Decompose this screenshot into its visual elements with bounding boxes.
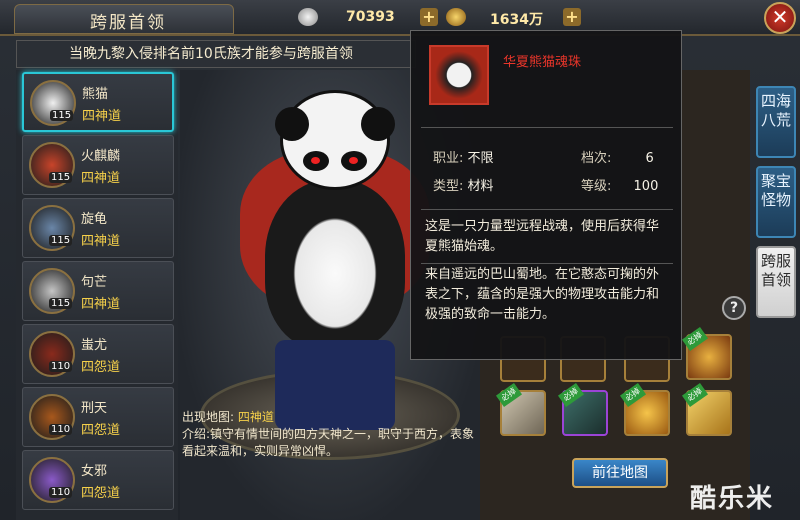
- job-value: 不限: [467, 151, 494, 166]
- boss-name: 女邪: [81, 464, 108, 479]
- game-window: 跨服首领 70393 + 1634万 + ✕ 当晚九黎入侵排名前10氏族才能参与…: [0, 0, 800, 520]
- boss-list-item[interactable]: 110 蚩尤四怨道: [22, 324, 174, 384]
- boss-name: 火麒麟: [81, 149, 121, 164]
- boss-model-legs: [275, 340, 395, 430]
- drop-item[interactable]: 必掉: [557, 382, 608, 436]
- drop-item[interactable]: 必掉: [495, 382, 546, 436]
- notice-bar: 当晚九黎入侵排名前10氏族才能参与跨服首领: [16, 40, 416, 68]
- page-title: 跨服首领: [90, 13, 166, 33]
- level-label: 等级:: [581, 179, 612, 194]
- boss-realm: 四怨道: [81, 486, 121, 501]
- boss-name: 蚩尤: [81, 338, 108, 353]
- type-value: 材料: [467, 179, 494, 194]
- help-icon[interactable]: ?: [722, 296, 746, 320]
- divider: [421, 263, 673, 264]
- boss-model-body: [265, 180, 405, 350]
- boss-description: 介绍:镇守有情世间的四方天神之一，职守于西方，表象看起来温和，实则异常凶悍。: [182, 426, 480, 460]
- tab-jubao-guaiwu[interactable]: 聚宝怪物: [756, 166, 796, 238]
- guaranteed-badge: 必掉: [681, 326, 709, 352]
- drop-item[interactable]: 必掉: [681, 326, 732, 380]
- left-ear: [275, 107, 309, 141]
- grade-label: 档次:: [581, 151, 612, 166]
- boss-list-item[interactable]: 115 句芒四神道: [22, 261, 174, 321]
- gold-amount: 1634万: [490, 12, 543, 28]
- type-label: 类型:: [433, 179, 464, 194]
- item-lore-text: 来自遥远的巴山蜀地。在它憨态可掬的外表之下，蕴含的是强大的物理攻击能力和极强的致…: [425, 267, 660, 322]
- boss-realm: 四怨道: [81, 360, 121, 375]
- map-label: 出现地图:: [182, 410, 235, 424]
- boss-name: 刑天: [81, 401, 108, 416]
- map-value: 四神道: [237, 410, 274, 424]
- left-eye: [303, 151, 329, 171]
- boss-realm: 四神道: [81, 171, 121, 186]
- right-ear: [361, 107, 395, 141]
- guaranteed-badge: 必掉: [619, 382, 647, 408]
- boss-level: 110: [49, 487, 73, 498]
- boss-list-item[interactable]: 110 女邪四怨道: [22, 450, 174, 510]
- item-tooltip: 华夏熊猫魂珠 职业: 不限 档次: 6 类型: 材料 等级: 100 这是一只力…: [410, 30, 682, 360]
- grade-row: 档次: 6: [581, 147, 654, 166]
- boss-level: 115: [49, 235, 73, 246]
- job-label: 职业:: [433, 151, 464, 166]
- type-row: 类型: 材料: [433, 175, 494, 194]
- item-icon: [429, 45, 489, 105]
- boss-realm: 四神道: [81, 234, 121, 249]
- level-row: 等级: 100: [581, 175, 658, 194]
- level-value: 100: [633, 179, 659, 194]
- boss-level: 110: [49, 361, 73, 372]
- divider: [421, 127, 673, 128]
- add-gold-button[interactable]: +: [563, 8, 581, 26]
- map-info: 出现地图: 四神道: [182, 408, 274, 425]
- desc-label: 介绍:: [182, 427, 211, 441]
- gold-icon: [446, 8, 466, 26]
- grade-value: 6: [645, 151, 654, 166]
- boss-name: 旋龟: [81, 212, 108, 227]
- item-name: 华夏熊猫魂珠: [503, 55, 582, 70]
- guaranteed-badge: 必掉: [681, 382, 709, 408]
- guaranteed-badge: 必掉: [495, 382, 523, 408]
- boss-realm: 四神道: [81, 297, 121, 312]
- tab-kuafu-shouling[interactable]: 跨服首领: [756, 246, 796, 318]
- job-row: 职业: 不限: [433, 147, 494, 166]
- boss-level: 115: [49, 172, 73, 183]
- boss-list: 115 熊猫 四神道 115 火麒麟 四神道 115 旋龟 四神道 115 句芒 四神道 110 蚩尤 四怨…: [16, 70, 178, 520]
- silver-amount: 70393: [346, 9, 395, 25]
- close-button[interactable]: ✕: [764, 2, 796, 34]
- go-to-map-button[interactable]: 前往地图: [572, 458, 668, 488]
- drop-item[interactable]: 必掉: [681, 382, 732, 436]
- boss-level: 115: [49, 298, 73, 309]
- watermark-logo: 酷乐米: [690, 484, 775, 514]
- divider: [421, 209, 673, 210]
- boss-model-head: [275, 90, 395, 190]
- boss-name: 句芒: [81, 275, 108, 290]
- boss-list-item[interactable]: 115 旋龟四神道: [22, 198, 174, 258]
- boss-list-item[interactable]: 115 熊猫四神道: [22, 72, 174, 132]
- tab-sihai-bahuang[interactable]: 四海八荒: [756, 86, 796, 158]
- item-effect-text: 这是一只力量型远程战魂，使用后获得华夏熊猫始魂。: [425, 219, 660, 254]
- boss-level: 110: [49, 424, 73, 435]
- silver-icon: [298, 8, 318, 26]
- drop-item[interactable]: 必掉: [619, 382, 670, 436]
- boss-realm: 四神道: [82, 109, 122, 124]
- boss-list-item[interactable]: 110 刑天四怨道: [22, 387, 174, 447]
- desc-text: 镇守有情世间的四方天神之一，职守于西方，表象看起来温和，实则异常凶悍。: [182, 427, 475, 458]
- guaranteed-badge: 必掉: [557, 382, 585, 408]
- right-eye: [341, 151, 367, 171]
- boss-level: 115: [50, 110, 74, 121]
- boss-name: 熊猫: [82, 87, 109, 102]
- boss-list-item[interactable]: 115 火麒麟四神道: [22, 135, 174, 195]
- boss-realm: 四怨道: [81, 423, 121, 438]
- add-silver-button[interactable]: +: [420, 8, 438, 26]
